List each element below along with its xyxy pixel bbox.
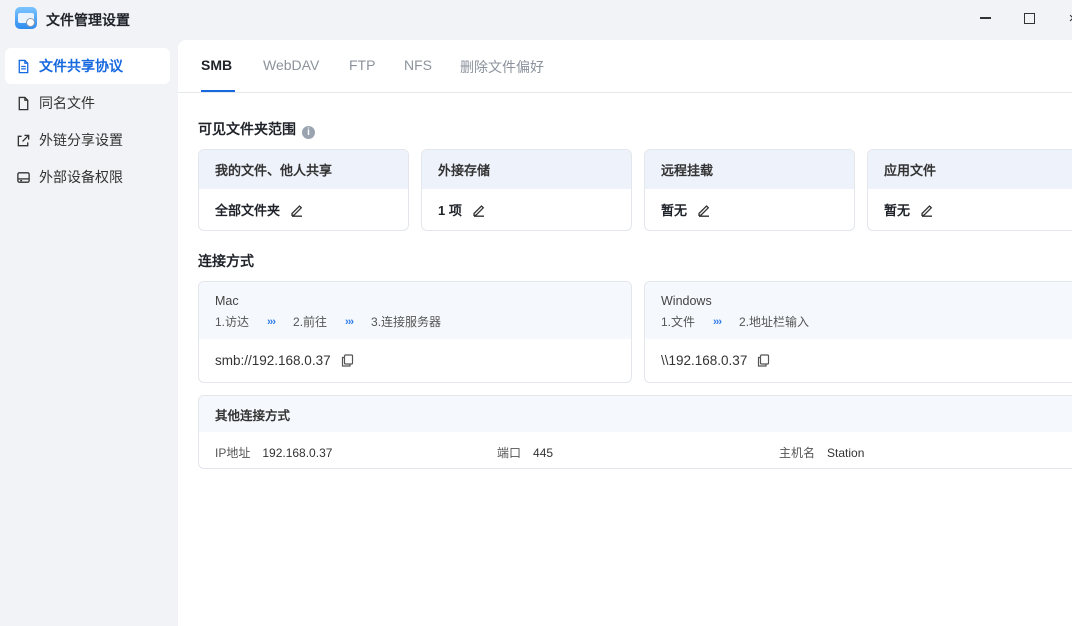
section-title-text: 可见文件夹范围 — [198, 121, 296, 137]
scope-card-external-storage: 外接存储 1 项 — [421, 149, 632, 231]
other-connection-title: 其他连接方式 — [199, 396, 1072, 432]
sidebar-item-same-name-files[interactable]: 同名文件 — [5, 85, 170, 121]
smb-address: smb://192.168.0.37 — [215, 353, 331, 368]
tab-ftp[interactable]: FTP — [349, 57, 375, 73]
connection-steps: 1.访达 ››› 2.前往 ››› 3.连接服务器 — [215, 313, 615, 330]
edit-icon[interactable] — [290, 203, 304, 217]
title-bar: 文件管理设置 × — [0, 0, 1072, 38]
sidebar-item-label: 同名文件 — [39, 95, 95, 111]
card-value: 全部文件夹 — [215, 203, 281, 218]
card-value-row: 全部文件夹 — [199, 189, 408, 230]
card-value: 暂无 — [884, 203, 911, 218]
card-value-row: 暂无 — [645, 189, 854, 230]
conn-address-row: smb://192.168.0.37 — [199, 339, 631, 382]
windows-connection-card: Windows 1.文件 ››› 2.地址栏输入 \\192.168.0.37 — [644, 281, 1072, 383]
file-icon — [15, 95, 31, 111]
sidebar-item-label: 外部设备权限 — [39, 169, 123, 185]
mac-connection-card: Mac 1.访达 ››› 2.前往 ››› 3.连接服务器 smb://192.… — [198, 281, 632, 383]
connection-details-row: IP地址 192.168.0.37 端口 445 主机名 Station — [199, 432, 1072, 468]
tab-delete-file-preference[interactable]: 删除文件偏好 — [460, 57, 544, 77]
hostname-label: 主机名 — [779, 446, 816, 460]
conn-card-header: Windows 1.文件 ››› 2.地址栏输入 — [645, 282, 1072, 339]
step-label: 2.地址栏输入 — [739, 315, 810, 329]
conn-address-row: \\192.168.0.37 — [645, 339, 1072, 382]
connection-steps: 1.文件 ››› 2.地址栏输入 — [661, 313, 1065, 330]
step-label: 1.文件 — [661, 315, 696, 329]
ip-field: IP地址 192.168.0.37 — [215, 444, 332, 461]
close-icon: × — [1069, 10, 1072, 27]
chevrons-right-icon: ››› — [267, 315, 276, 328]
card-value-row: 暂无 — [868, 189, 1072, 230]
share-link-icon — [15, 132, 31, 148]
port-field: 端口 445 — [497, 444, 553, 461]
tab-webdav[interactable]: WebDAV — [263, 57, 319, 73]
ip-value: 192.168.0.37 — [262, 446, 333, 460]
card-header: 我的文件、他人共享 — [199, 150, 408, 189]
chevrons-right-icon: ››› — [713, 315, 722, 328]
card-value-row: 1 项 — [422, 189, 631, 230]
scope-card-my-files: 我的文件、他人共享 全部文件夹 — [198, 149, 409, 231]
tab-smb[interactable]: SMB — [201, 57, 232, 73]
port-label: 端口 — [497, 446, 522, 460]
os-name: Mac — [215, 294, 239, 308]
minimize-icon — [979, 17, 991, 19]
minimize-button[interactable] — [974, 8, 996, 28]
connection-section-title: 连接方式 — [198, 253, 254, 269]
step-label: 2.前往 — [293, 315, 328, 329]
tab-nfs[interactable]: NFS — [404, 57, 432, 73]
drive-icon — [15, 169, 31, 185]
edit-icon[interactable] — [920, 203, 934, 217]
close-button[interactable]: × — [1062, 8, 1072, 28]
maximize-button[interactable] — [1018, 8, 1040, 28]
window-title: 文件管理设置 — [46, 12, 130, 28]
info-icon[interactable]: i — [302, 126, 315, 139]
card-header: 应用文件 — [868, 150, 1072, 189]
sidebar-item-file-sharing-protocol[interactable]: 文件共享协议 — [5, 48, 170, 84]
edit-icon[interactable] — [472, 203, 486, 217]
card-header: 远程挂载 — [645, 150, 854, 189]
step-label: 1.访达 — [215, 315, 250, 329]
main-panel: SMB WebDAV FTP NFS 删除文件偏好 可见文件夹范围 i 我的文件、… — [178, 40, 1072, 626]
unc-address: \\192.168.0.37 — [661, 353, 748, 368]
step-label: 3.连接服务器 — [371, 315, 442, 329]
conn-card-header: Mac 1.访达 ››› 2.前往 ››› 3.连接服务器 — [199, 282, 631, 339]
sidebar-item-label: 文件共享协议 — [39, 58, 123, 74]
sidebar-item-share-link-settings[interactable]: 外链分享设置 — [5, 122, 170, 158]
maximize-icon — [1023, 12, 1035, 24]
sidebar-item-external-device-permissions[interactable]: 外部设备权限 — [5, 159, 170, 195]
scope-card-app-files: 应用文件 暂无 — [867, 149, 1072, 231]
card-header: 外接存储 — [422, 150, 631, 189]
app-logo-icon — [15, 7, 37, 29]
scope-card-remote-mount: 远程挂载 暂无 — [644, 149, 855, 231]
visible-scope-section-title: 可见文件夹范围 i — [198, 119, 315, 139]
card-value: 1 项 — [438, 203, 462, 218]
copy-icon[interactable] — [757, 354, 770, 367]
sidebar-item-label: 外链分享设置 — [39, 132, 123, 148]
document-icon — [15, 58, 31, 74]
edit-icon[interactable] — [697, 203, 711, 217]
tab-bar: SMB WebDAV FTP NFS 删除文件偏好 — [178, 40, 1072, 93]
ip-label: IP地址 — [215, 446, 251, 460]
sidebar: 文件共享协议 同名文件 外链分享设置 外部设备权限 — [0, 38, 178, 626]
card-value: 暂无 — [661, 203, 688, 218]
other-connection-card: 其他连接方式 IP地址 192.168.0.37 端口 445 主机名 Station — [198, 395, 1072, 469]
os-name: Windows — [661, 294, 712, 308]
chevrons-right-icon: ››› — [345, 315, 354, 328]
hostname-field: 主机名 Station — [779, 444, 864, 461]
port-value: 445 — [533, 446, 554, 460]
active-tab-indicator — [201, 90, 235, 92]
copy-icon[interactable] — [341, 354, 354, 367]
hostname-value: Station — [827, 446, 865, 460]
